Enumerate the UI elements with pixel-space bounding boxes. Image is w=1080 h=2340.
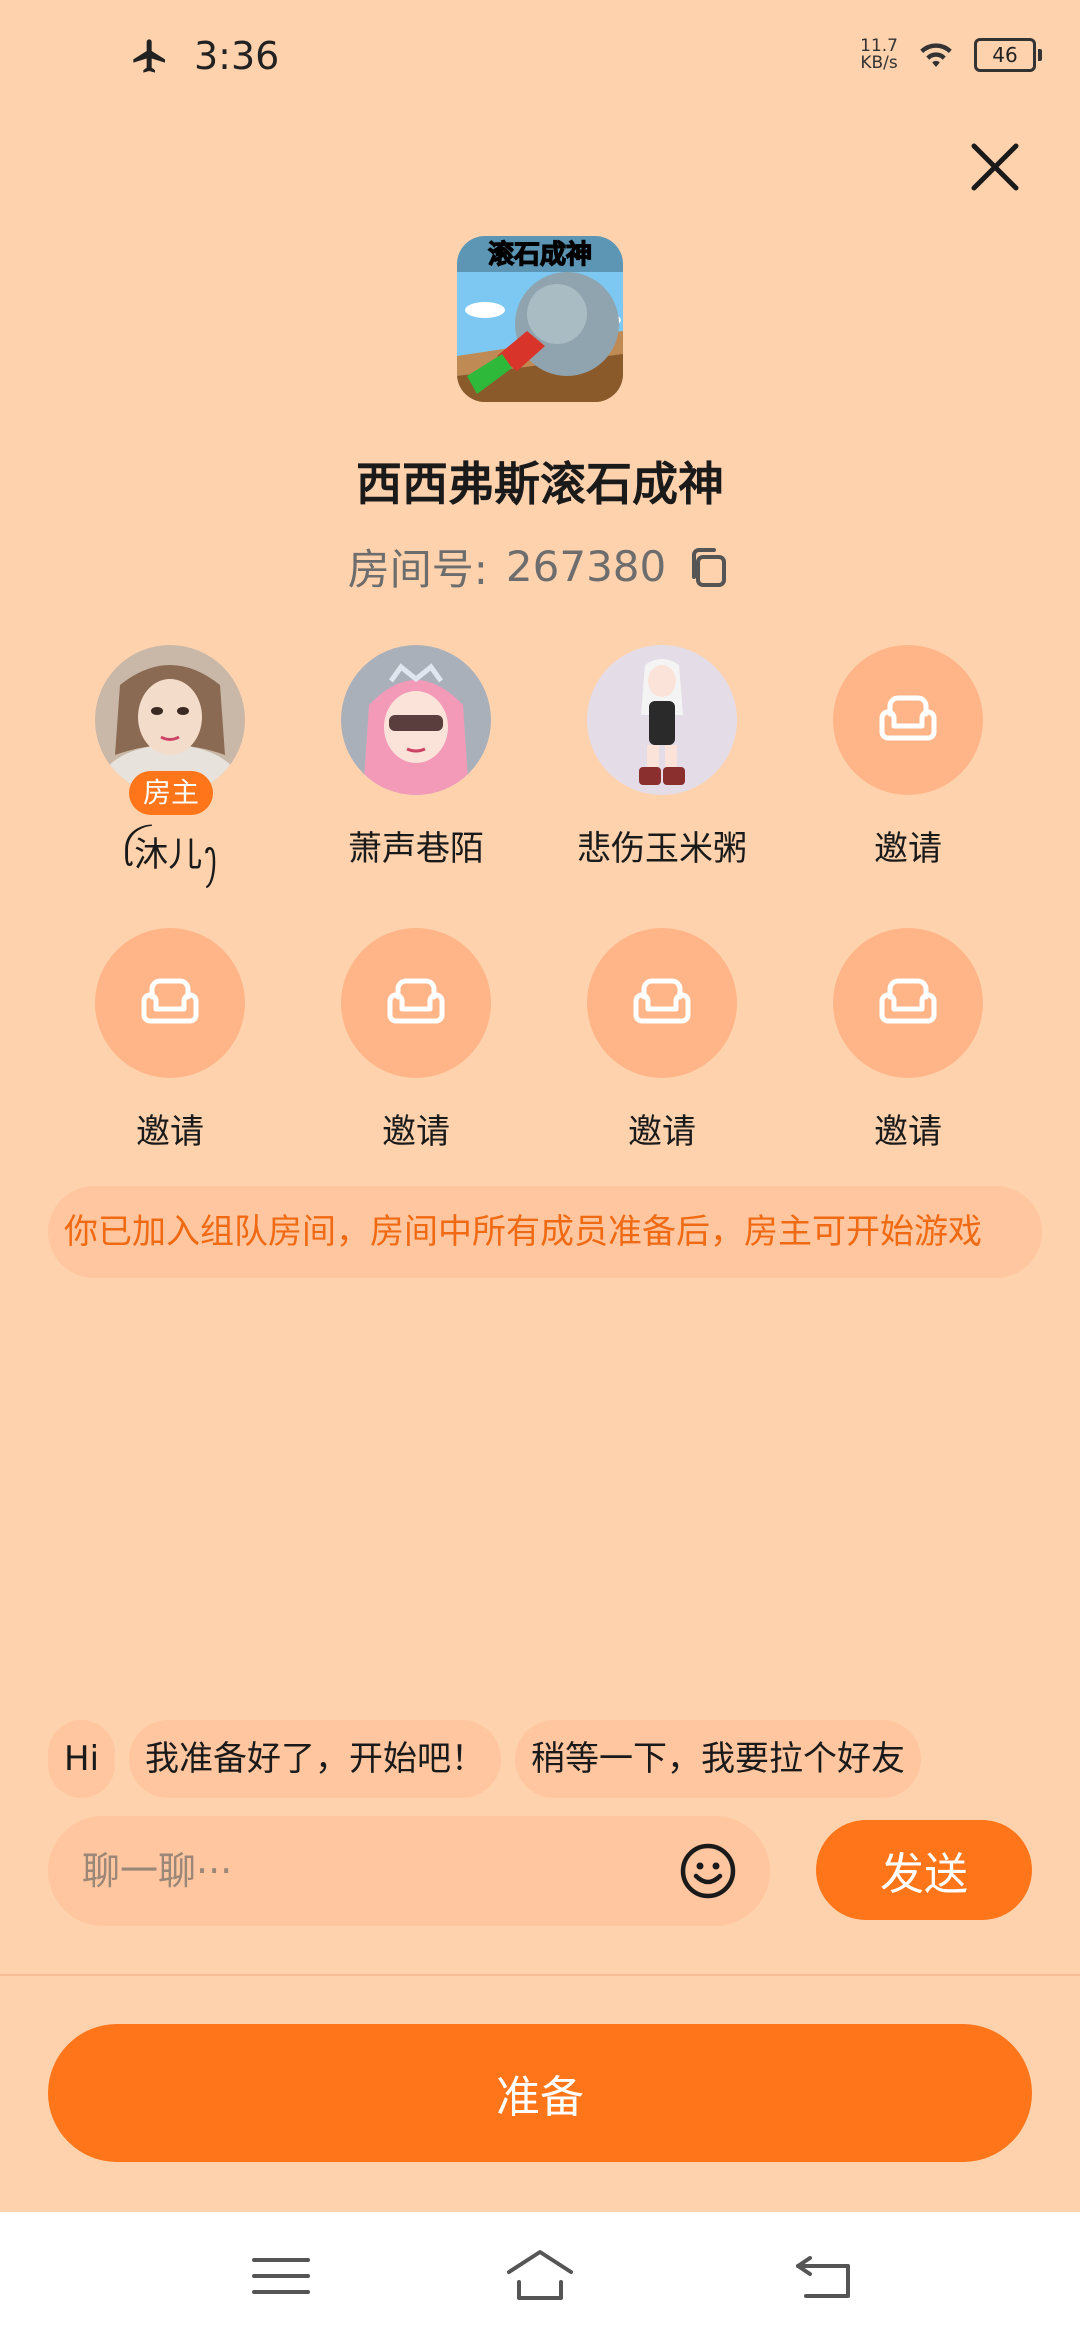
host-avatar-wrap: 房主: [95, 645, 245, 815]
invite-label: 邀请: [874, 829, 942, 869]
quick-reply-chip[interactable]: 我准备好了，开始吧！: [129, 1720, 502, 1798]
invite-button[interactable]: [587, 928, 737, 1078]
close-icon[interactable]: [964, 136, 1026, 198]
back-icon[interactable]: [790, 2246, 860, 2306]
sofa-icon: [387, 978, 445, 1024]
status-left: 3:36: [130, 34, 279, 78]
quick-reply-chip[interactable]: Hi: [48, 1720, 116, 1798]
member-name: 萧声巷陌: [348, 829, 484, 869]
emoji-icon[interactable]: [678, 1841, 738, 1901]
copy-icon[interactable]: [684, 543, 732, 591]
menu-icon[interactable]: [246, 2246, 316, 2306]
sofa-icon: [879, 695, 937, 741]
wifi-icon: [920, 43, 952, 67]
room-number: 267380: [505, 542, 667, 591]
ready-button[interactable]: 准备: [48, 2024, 1032, 2162]
invite-label: 邀请: [382, 1112, 450, 1152]
member-seat[interactable]: 悲伤玉米粥: [542, 645, 782, 870]
game-icon-text: 滚石成神: [488, 239, 592, 270]
status-right: 11.7 KB/s 46: [860, 38, 1042, 72]
invite-label: 邀请: [628, 1112, 696, 1152]
invite-label: 邀请: [136, 1112, 204, 1152]
sofa-icon: [633, 978, 691, 1024]
invite-seat[interactable]: 邀请: [542, 928, 782, 1153]
invite-seat[interactable]: 邀请: [296, 928, 536, 1153]
member-name: ꪶ沐儿ꫂ: [121, 835, 219, 875]
quick-reply-row: Hi 我准备好了，开始吧！ 稍等一下，我要拉个好友: [48, 1720, 922, 1798]
battery-icon: 46: [974, 38, 1042, 72]
network-speed: 11.7 KB/s: [860, 38, 898, 72]
invite-label: 邀请: [874, 1112, 942, 1152]
divider: [0, 1974, 1080, 1976]
game-title: 西西弗斯滚石成神: [356, 457, 724, 511]
chat-input-box: [48, 1816, 770, 1926]
member-avatar-image: [587, 645, 737, 795]
airplane-icon: [133, 39, 165, 73]
system-notice: 你已加入组队房间，房间中所有成员准备后，房主可开始游戏: [48, 1186, 1042, 1278]
member-seat-host[interactable]: 房主 ꪶ沐儿ꫂ: [50, 645, 290, 893]
invite-seat[interactable]: 邀请: [50, 928, 290, 1153]
avatar: [341, 645, 491, 795]
sofa-icon: [879, 978, 937, 1024]
room-number-row: 房间号: 267380: [0, 536, 1080, 597]
invite-button[interactable]: [341, 928, 491, 1078]
status-bar: 3:36 11.7 KB/s 46: [0, 0, 1080, 120]
system-nav-bar: [0, 2212, 1080, 2340]
network-speed-unit: KB/s: [860, 53, 898, 73]
member-avatar-image: [341, 645, 491, 795]
invite-button[interactable]: [95, 928, 245, 1078]
game-icon-artwork: 滚石成神: [457, 236, 623, 402]
member-seat[interactable]: 萧声巷陌: [296, 645, 536, 870]
sofa-icon: [141, 978, 199, 1024]
send-button[interactable]: 发送: [816, 1820, 1032, 1920]
game-icon: 滚石成神: [457, 236, 623, 402]
status-time: 3:36: [194, 34, 280, 78]
host-badge: 房主: [129, 771, 213, 815]
chat-input[interactable]: [80, 1848, 644, 1894]
room-number-label: 房间号:: [347, 545, 488, 594]
invite-seat[interactable]: 邀请: [788, 928, 1028, 1153]
battery-level: 46: [992, 43, 1018, 67]
avatar: [587, 645, 737, 795]
member-name: 悲伤玉米粥: [577, 829, 747, 869]
invite-seat[interactable]: 邀请: [788, 645, 1028, 870]
invite-button[interactable]: [833, 645, 983, 795]
home-icon[interactable]: [505, 2246, 575, 2306]
invite-button[interactable]: [833, 928, 983, 1078]
quick-reply-chip[interactable]: 稍等一下，我要拉个好友: [515, 1720, 922, 1798]
